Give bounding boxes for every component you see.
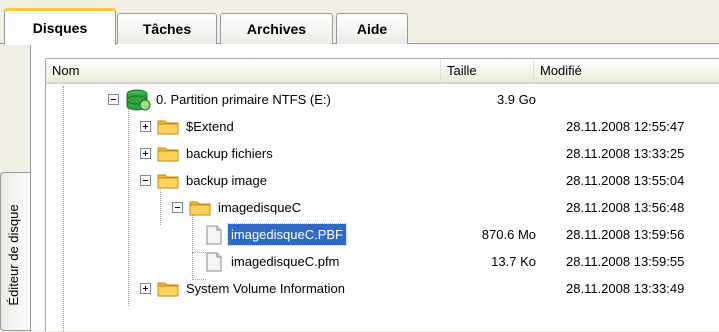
folder-icon	[157, 280, 183, 297]
tree-row-name-cell: imagedisqueC.PBF	[206, 221, 347, 248]
collapse-icon[interactable]	[108, 94, 119, 105]
tree-row-label: imagedisqueC	[218, 200, 302, 215]
tree-row-label: imagedisqueC.PBF	[227, 223, 347, 246]
side-tab-label: Éditeur de disque	[6, 204, 21, 306]
tree-row-label: imagedisqueC.pfm	[231, 254, 340, 269]
tree-row-size: 3.9 Go	[496, 92, 536, 107]
column-header: Nom Taille Modifié	[46, 59, 719, 84]
tree-row-modified: 28.11.2008 13:59:55	[566, 254, 685, 269]
tab-archives[interactable]: Archives	[220, 13, 333, 44]
folder-icon	[157, 172, 183, 189]
folder-icon	[157, 118, 183, 135]
tree-row-label: $Extend	[186, 119, 234, 134]
tree-row-name-cell: backup fichiers	[140, 140, 276, 167]
tab-bar: Disques Tâches Archives Aide	[0, 0, 719, 45]
tree-row-label: backup image	[186, 173, 267, 188]
tree-row[interactable]: 0. Partition primaire NTFS (E:) 3.9 Go	[46, 86, 719, 113]
tree-row-modified: 28.11.2008 13:59:56	[566, 227, 685, 242]
tree-row-modified: 28.11.2008 12:55:47	[566, 119, 685, 134]
tree-row-size: 13.7 Ko	[491, 254, 536, 269]
tab-taches[interactable]: Tâches	[117, 13, 217, 44]
tree-row-name-cell: imagedisqueC.pfm	[206, 248, 342, 275]
partition-icon	[125, 87, 153, 113]
file-icon	[206, 225, 228, 245]
tree-row[interactable]: imagedisqueC.PBF 870.6 Mo 28.11.2008 13:59…	[46, 221, 719, 248]
tree-row-name-cell: backup image	[140, 167, 270, 194]
tree-row-modified: 28.11.2008 13:33:49	[566, 281, 685, 296]
tree-row-label: System Volume Information	[186, 281, 345, 296]
file-list: Nom Taille Modifié 0. Partition primaire…	[45, 58, 719, 332]
tree-row-label: backup fichiers	[186, 146, 273, 161]
tree-row[interactable]: imagedisqueC 28.11.2008 13:56:48	[46, 194, 719, 221]
folder-icon	[157, 145, 183, 162]
file-icon	[206, 252, 228, 272]
folder-icon	[189, 199, 215, 216]
tree-row-name-cell: System Volume Information	[140, 275, 348, 302]
tree-row[interactable]: backup fichiers 28.11.2008 13:33:25	[46, 140, 719, 167]
expand-icon[interactable]	[140, 121, 151, 132]
tree-row[interactable]: System Volume Information 28.11.2008 13:3…	[46, 275, 719, 302]
expand-icon[interactable]	[140, 283, 151, 294]
column-header-size[interactable]: Taille	[441, 59, 534, 83]
tree-row[interactable]: backup image 28.11.2008 13:55:04	[46, 167, 719, 194]
tree-row-label: 0. Partition primaire NTFS (E:)	[156, 92, 331, 107]
tree-row-size: 870.6 Mo	[481, 227, 536, 242]
tree-rows: 0. Partition primaire NTFS (E:) 3.9 Go $Ex…	[46, 86, 719, 332]
tree-row-name-cell: $Extend	[140, 113, 237, 140]
tree-row[interactable]: $Extend 28.11.2008 12:55:47	[46, 113, 719, 140]
column-header-modified[interactable]: Modifié	[534, 59, 719, 83]
tree-row-name-cell: imagedisqueC	[172, 194, 304, 221]
tree-row[interactable]: imagedisqueC.pfm 13.7 Ko 28.11.2008 13:59:…	[46, 248, 719, 275]
tree-row-name-cell: 0. Partition primaire NTFS (E:)	[108, 86, 334, 113]
column-header-name[interactable]: Nom	[46, 59, 441, 83]
tree-row-modified: 28.11.2008 13:33:25	[566, 146, 685, 161]
tree-row-modified: 28.11.2008 13:55:04	[566, 173, 685, 188]
collapse-icon[interactable]	[172, 202, 183, 213]
tree-row-modified: 28.11.2008 13:56:48	[566, 200, 685, 215]
tab-aide[interactable]: Aide	[336, 13, 408, 44]
main-panel: Nom Taille Modifié 0. Partition primaire…	[30, 44, 719, 332]
collapse-icon[interactable]	[140, 175, 151, 186]
expand-icon[interactable]	[140, 148, 151, 159]
tab-disques[interactable]: Disques	[4, 8, 116, 45]
